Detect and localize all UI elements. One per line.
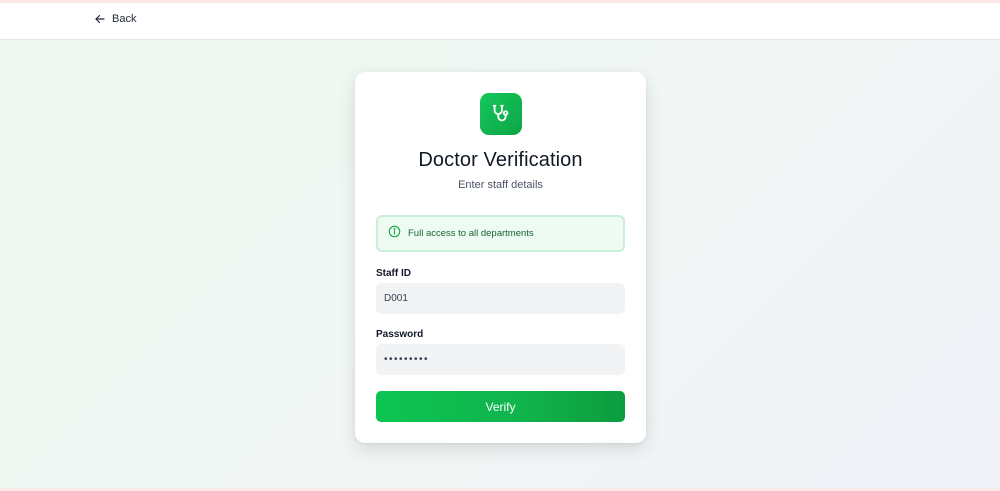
- password-label: Password: [376, 329, 424, 340]
- verification-card: Doctor Verification Enter staff details …: [355, 72, 646, 443]
- page-title: Doctor Verification: [418, 149, 583, 171]
- top-bar: Back: [0, 3, 1000, 40]
- page-subtitle: Enter staff details: [458, 179, 543, 191]
- staff-id-label: Staff ID: [376, 268, 411, 279]
- staff-id-input[interactable]: [376, 283, 625, 314]
- access-info-banner: Full access to all departments: [376, 215, 625, 252]
- info-circle-icon: [388, 225, 401, 243]
- info-text: Full access to all departments: [408, 228, 534, 239]
- back-button[interactable]: Back: [94, 13, 136, 25]
- verify-button[interactable]: Verify: [376, 391, 625, 422]
- back-label: Back: [112, 13, 137, 25]
- stethoscope-icon: [480, 93, 522, 135]
- password-input[interactable]: [376, 344, 625, 375]
- arrow-left-icon: [94, 13, 106, 25]
